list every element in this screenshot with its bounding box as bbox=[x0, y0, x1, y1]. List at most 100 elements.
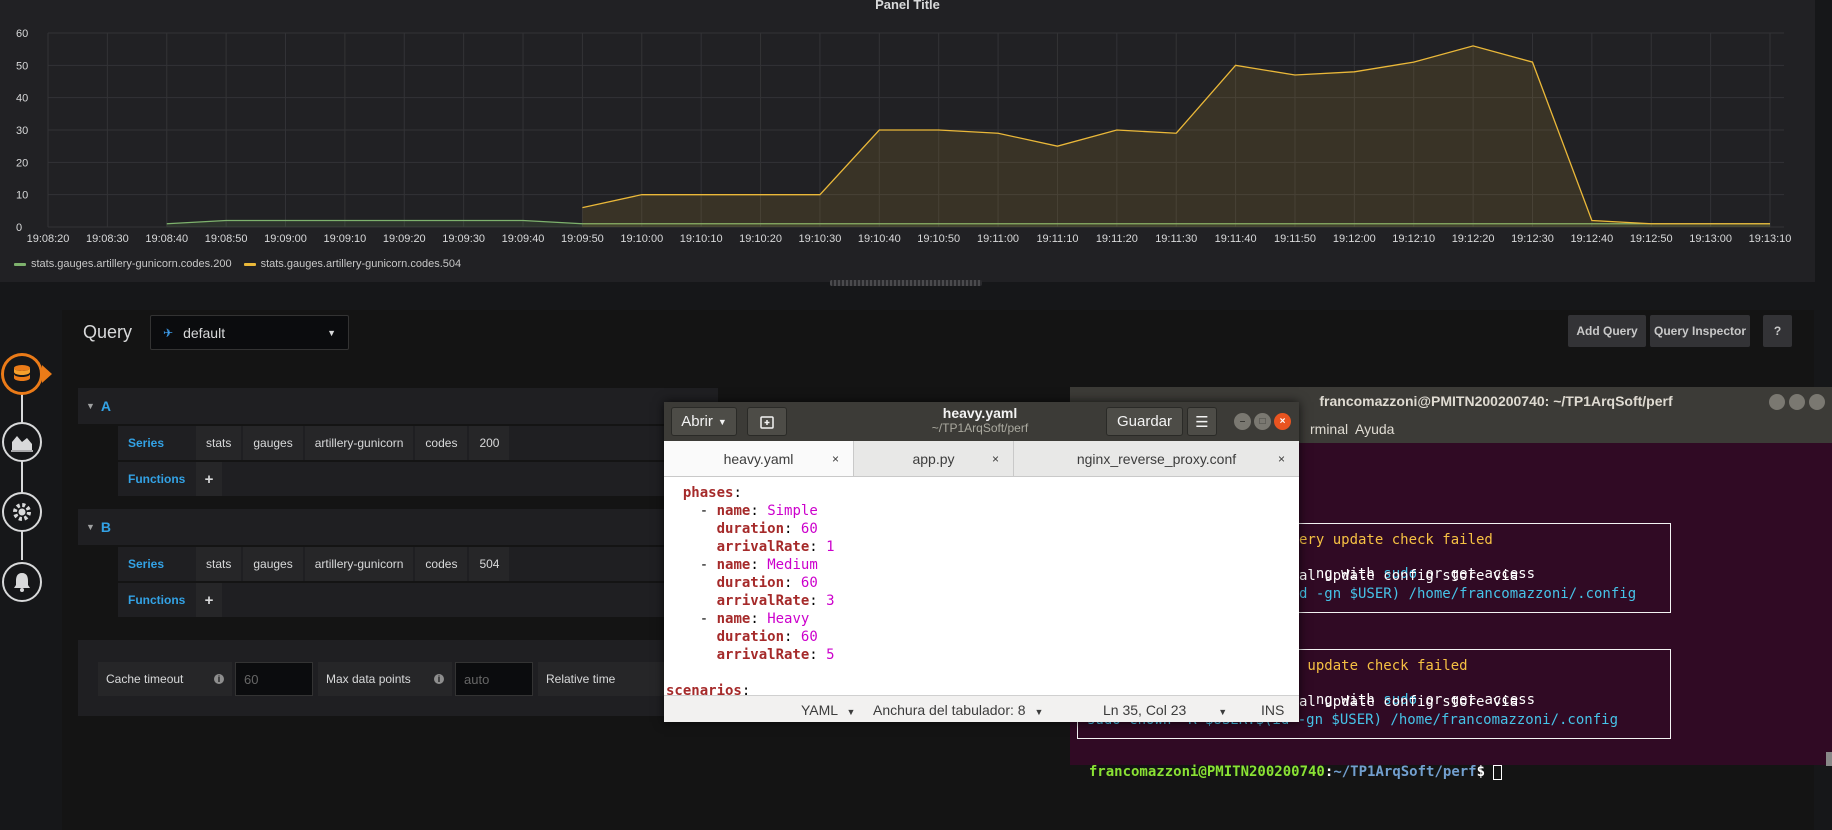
x-tick-label: 19:11:30 bbox=[1155, 233, 1197, 245]
x-tick-label: 19:09:00 bbox=[264, 233, 307, 245]
tab-nginx-conf[interactable]: nginx_reverse_proxy.conf × bbox=[1014, 441, 1299, 476]
terminal-title: francomazzoni@PMITN200200740: ~/TP1ArqSo… bbox=[1319, 393, 1673, 409]
code-line: arrivalRate: 3 bbox=[666, 592, 835, 610]
segment-artillery-gunicorn[interactable]: artillery-gunicorn bbox=[304, 547, 414, 581]
query-a-header[interactable] bbox=[78, 388, 718, 424]
query-a-functions-row: Functions + bbox=[118, 462, 222, 496]
query-a-toggle[interactable]: ▼ A bbox=[86, 398, 111, 414]
term-box2-line3: al update config store via bbox=[1299, 694, 1519, 710]
code-line: duration: 60 bbox=[666, 628, 818, 646]
sidebar-general-button[interactable] bbox=[2, 492, 42, 532]
sidebar-queries-button[interactable] bbox=[2, 354, 42, 394]
info-icon[interactable]: i bbox=[434, 674, 444, 684]
minimize-icon[interactable] bbox=[1769, 394, 1785, 410]
menu-ayuda[interactable]: Ayuda bbox=[1355, 421, 1394, 437]
term-box1-line3: al update config store via bbox=[1299, 568, 1519, 584]
legend-label-200: stats.gauges.artillery-gunicorn.codes.20… bbox=[31, 258, 232, 270]
yaml-value: Medium bbox=[767, 557, 818, 573]
language-selector[interactable]: YAML ▼ bbox=[801, 702, 855, 718]
x-tick-label: 19:12:00 bbox=[1333, 233, 1376, 245]
code-line: duration: 60 bbox=[666, 574, 818, 592]
add-function-button[interactable]: + bbox=[196, 462, 222, 496]
segment-stats[interactable]: stats bbox=[196, 426, 242, 460]
query-b-series-row: Series stats gauges artillery-gunicorn c… bbox=[118, 547, 510, 581]
tab-app-py[interactable]: app.py × bbox=[854, 441, 1014, 476]
legend-swatch-504 bbox=[243, 262, 256, 266]
collapse-caret-icon: ▼ bbox=[86, 522, 95, 532]
yaml-colon: : bbox=[741, 683, 751, 695]
close-icon[interactable]: × bbox=[1274, 413, 1291, 430]
minimize-icon[interactable]: – bbox=[1234, 413, 1251, 430]
terminal-prompt[interactable]: francomazzoni@PMITN200200740:~/TP1ArqSof… bbox=[1072, 748, 1503, 780]
terminal-scrollbar[interactable] bbox=[1826, 752, 1832, 766]
legend-item-200[interactable]: stats.gauges.artillery-gunicorn.codes.20… bbox=[14, 258, 232, 270]
code-line: scenarios: bbox=[666, 682, 750, 695]
add-function-button[interactable]: + bbox=[196, 583, 222, 617]
segment-code-200[interactable]: 200 bbox=[469, 426, 510, 460]
code-line: - name: Simple bbox=[666, 502, 818, 520]
term-box2-line1: update check failed bbox=[1299, 658, 1468, 674]
panel-resize-handle[interactable] bbox=[830, 280, 982, 286]
sidebar-alert-button[interactable] bbox=[2, 562, 42, 602]
max-data-points-text: Max data points bbox=[326, 672, 411, 686]
add-query-button[interactable]: Add Query bbox=[1568, 315, 1646, 347]
cache-timeout-input[interactable]: 60 bbox=[235, 662, 313, 696]
datasource-select[interactable]: ✈ default ▼ bbox=[150, 315, 349, 350]
y-tick-label: 50 bbox=[16, 60, 28, 72]
cache-timeout-label: Cache timeout i bbox=[98, 662, 232, 696]
help-button[interactable]: ? bbox=[1763, 315, 1792, 347]
tab-close-icon[interactable]: × bbox=[992, 452, 999, 466]
query-b-toggle[interactable]: ▼ B bbox=[86, 519, 111, 535]
x-tick-label: 19:11:50 bbox=[1274, 233, 1316, 245]
max-data-points-input[interactable]: auto bbox=[455, 662, 533, 696]
bell-icon bbox=[14, 573, 30, 592]
new-document-button[interactable] bbox=[747, 407, 787, 436]
menu-button[interactable]: ☰ bbox=[1187, 407, 1217, 436]
menu-terminal[interactable]: rminal bbox=[1310, 421, 1348, 437]
tab-close-icon[interactable]: × bbox=[1278, 452, 1285, 466]
gedit-statusbar: YAML ▼ Anchura del tabulador: 8 ▼ Ln 35,… bbox=[664, 695, 1299, 722]
y-tick-label: 60 bbox=[16, 28, 28, 40]
save-button[interactable]: Guardar bbox=[1106, 407, 1183, 436]
x-tick-label: 19:12:40 bbox=[1570, 233, 1613, 245]
y-tick-label: 40 bbox=[16, 93, 28, 105]
datasource-value: default bbox=[183, 324, 226, 341]
close-icon[interactable] bbox=[1809, 394, 1825, 410]
legend-item-504[interactable]: stats.gauges.artillery-gunicorn.codes.50… bbox=[243, 258, 461, 270]
x-tick-label: 19:08:30 bbox=[86, 233, 129, 245]
segment-codes[interactable]: codes bbox=[415, 547, 468, 581]
tab-label: app.py bbox=[912, 450, 955, 467]
tab-heavy-yaml[interactable]: heavy.yaml × bbox=[664, 441, 854, 476]
yaml-key: name bbox=[716, 557, 751, 573]
segment-gauges[interactable]: gauges bbox=[243, 426, 303, 460]
query-inspector-button[interactable]: Query Inspector bbox=[1650, 315, 1750, 347]
gedit-tabbar: heavy.yaml × app.py × nginx_reverse_prox… bbox=[664, 441, 1299, 477]
tab-close-icon[interactable]: × bbox=[832, 452, 839, 466]
segment-code-504[interactable]: 504 bbox=[469, 547, 510, 581]
yaml-key: arrivalRate bbox=[716, 593, 810, 609]
y-tick-label: 10 bbox=[16, 190, 28, 202]
yaml-value: 60 bbox=[800, 629, 818, 645]
segment-stats[interactable]: stats bbox=[196, 547, 242, 581]
cursor-position-selector[interactable]: Ln 35, Col 23 ▼ bbox=[1103, 702, 1227, 718]
query-b-header[interactable] bbox=[78, 509, 718, 545]
info-icon[interactable]: i bbox=[214, 674, 224, 684]
tab-width-selector[interactable]: Anchura del tabulador: 8 ▼ bbox=[873, 702, 1043, 718]
x-tick-label: 19:09:40 bbox=[502, 233, 545, 245]
segment-artillery-gunicorn[interactable]: artillery-gunicorn bbox=[304, 426, 414, 460]
open-button[interactable]: Abrir ▼ bbox=[671, 407, 737, 436]
yaml-colon: : bbox=[750, 557, 759, 573]
segment-codes[interactable]: codes bbox=[415, 426, 468, 460]
maximize-icon[interactable] bbox=[1789, 394, 1805, 410]
x-tick-label: 19:09:50 bbox=[561, 233, 604, 245]
x-tick-label: 19:08:50 bbox=[205, 233, 248, 245]
yaml-key: duration bbox=[716, 629, 785, 645]
code-editor[interactable]: phases: - name: Simple duration: 60 arri… bbox=[664, 478, 1299, 695]
prompt-user: francomazzoni@PMITN200200740 bbox=[1088, 764, 1325, 780]
maximize-icon[interactable]: □ bbox=[1254, 413, 1271, 430]
database-icon bbox=[14, 365, 30, 381]
segment-gauges[interactable]: gauges bbox=[243, 547, 303, 581]
x-tick-label: 19:10:10 bbox=[680, 233, 723, 245]
insert-mode[interactable]: INS bbox=[1261, 702, 1284, 718]
sidebar-visualization-button[interactable] bbox=[2, 422, 42, 462]
